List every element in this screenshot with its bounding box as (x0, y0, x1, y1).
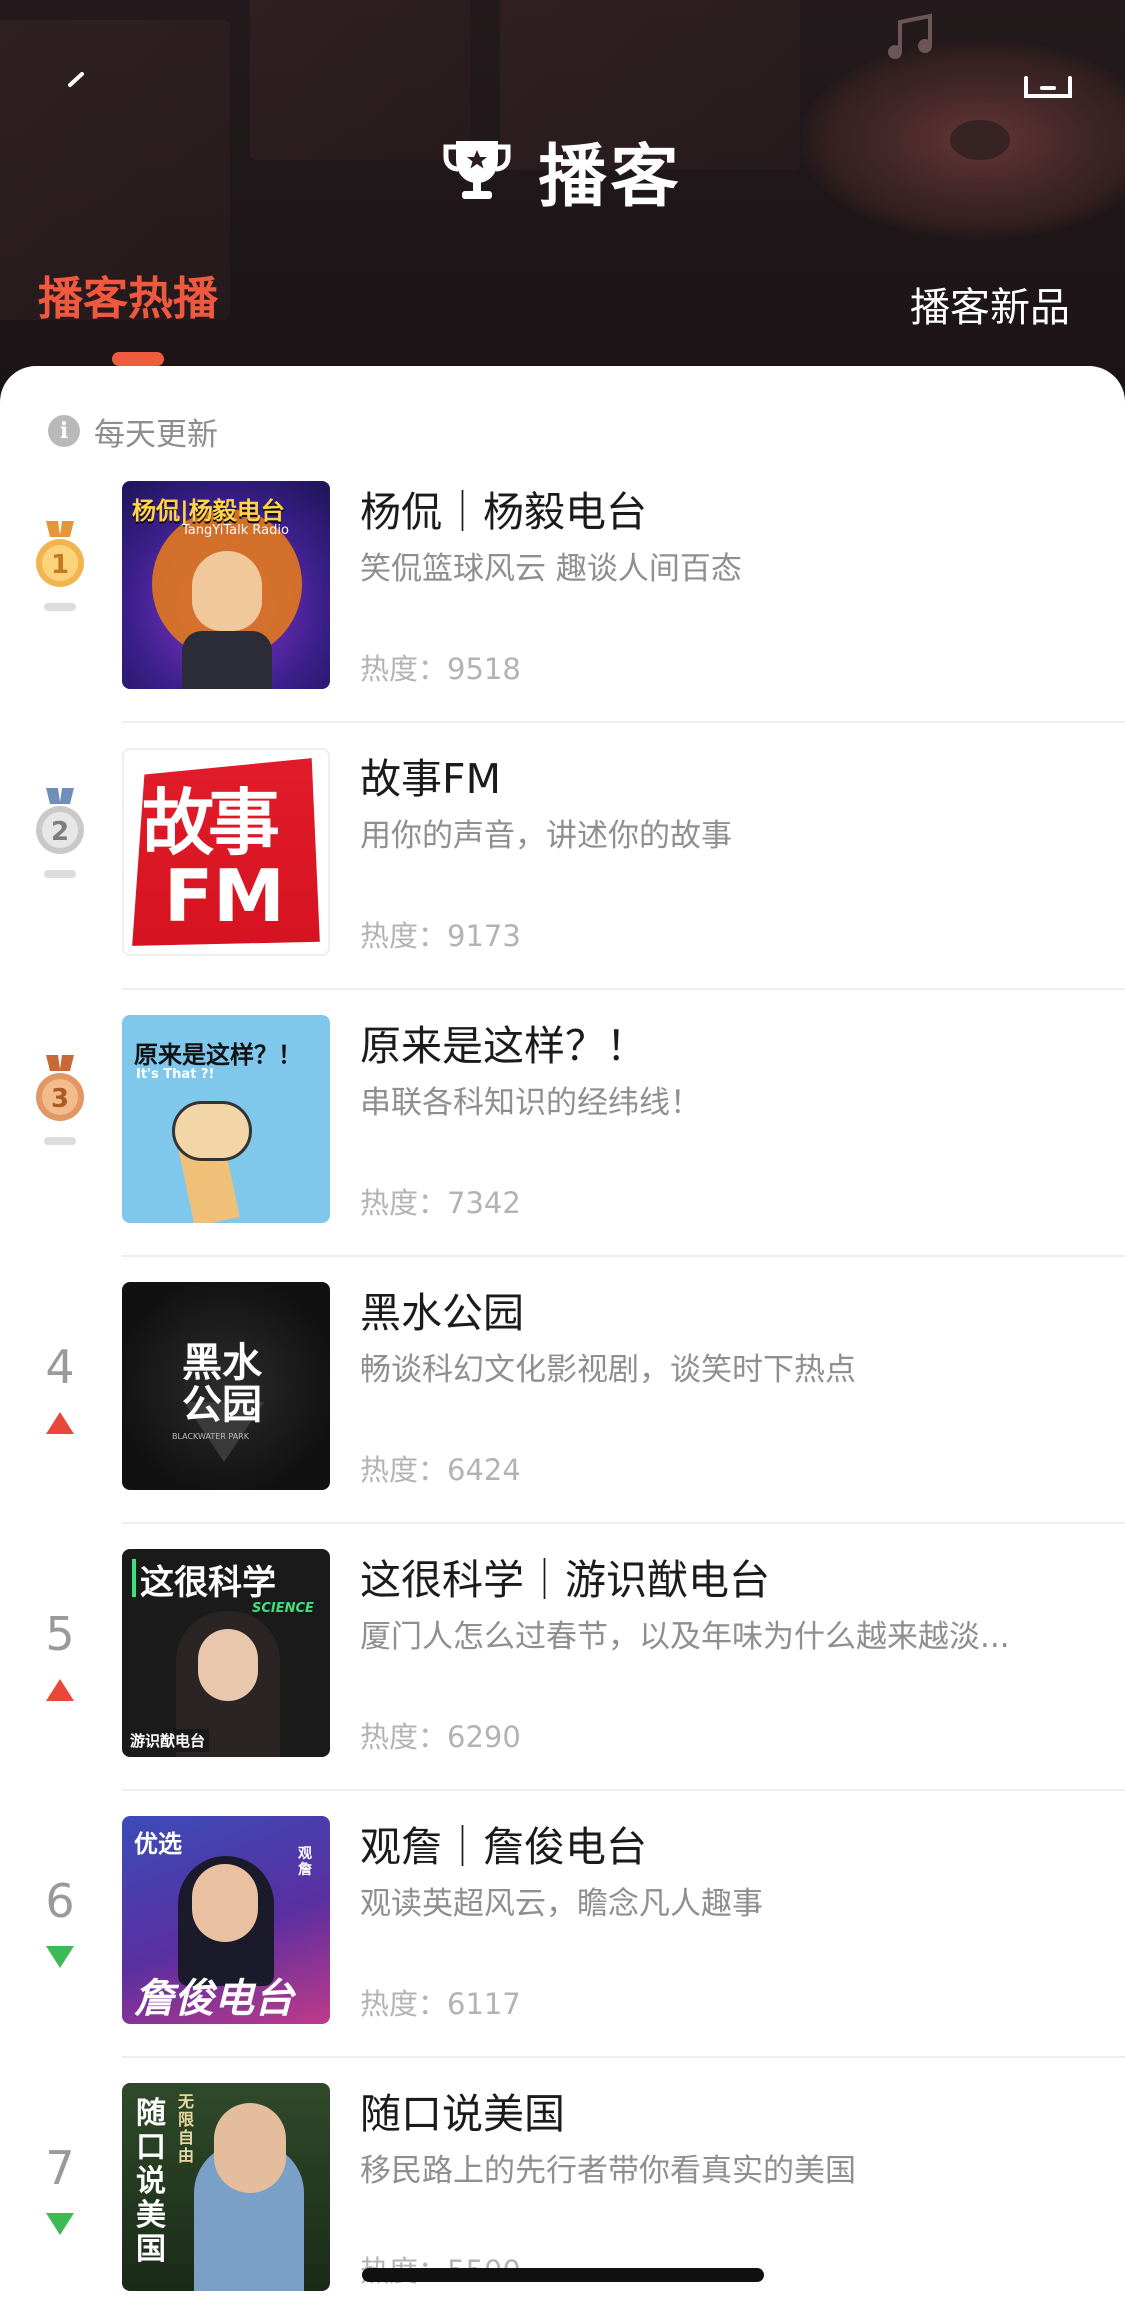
tab-new[interactable]: 播客新品 (910, 275, 1070, 333)
ranking-list-card: i 每天更新 1 杨侃|杨毅电台 TangYiTalk Radio 杨侃｜杨毅电… (0, 366, 1125, 2310)
podcast-description: 观读英超风云，瞻念凡人趣事 (360, 1886, 763, 1922)
podcast-title[interactable]: 黑水公园 (360, 1279, 524, 1339)
notice-text: 每天更新 (94, 416, 218, 453)
share-icon[interactable] (1022, 72, 1074, 102)
accent-bar (132, 1559, 136, 1597)
podcast-cover[interactable]: 优选 观詹 詹俊电台 (122, 1816, 330, 2024)
home-indicator[interactable] (362, 2268, 764, 2282)
heat-value: 热度：9518 (360, 652, 521, 686)
cover-subtitle: TangYiTalk Radio (182, 523, 289, 538)
silver-medal-icon: 2 (36, 788, 84, 854)
svg-text:2: 2 (51, 817, 69, 847)
list-item[interactable]: 1 杨侃|杨毅电台 TangYiTalk Radio 杨侃｜杨毅电台 笑侃篮球风… (0, 481, 1125, 748)
list-item[interactable]: 2 故事 FM 故事FM 用你的声音，讲述你的故事 热度：9173 (0, 748, 1125, 1015)
cover-title: 原来是这样？！ (134, 1041, 302, 1069)
cover-tag: 游识猷电台 (126, 1729, 210, 1752)
list-item[interactable]: 4 黑水公园 BLACKWATER PARK 黑水公园 畅谈科幻文化影视剧，谈笑… (0, 1282, 1125, 1549)
podcast-description: 串联各科知识的经纬线！ (360, 1085, 701, 1121)
heat-value: 热度：6117 (360, 1987, 521, 2021)
host-face (198, 1629, 258, 1701)
podcast-cover[interactable]: 原来是这样？！ It's That ?! (122, 1015, 330, 1223)
cover-subtitle: FM (164, 854, 285, 938)
divider (122, 988, 1125, 990)
podcast-cover[interactable]: 这很科学 SCIENCE 游识猷电台 (122, 1549, 330, 1757)
svg-text:3: 3 (51, 1084, 69, 1114)
active-tab-indicator (112, 352, 164, 366)
cover-subtitle: It's That ?! (136, 1067, 215, 1082)
divider (122, 1789, 1125, 1791)
podcast-title[interactable]: 杨侃｜杨毅电台 (360, 478, 647, 538)
heat-value: 热度：9173 (360, 919, 521, 953)
trend-same-icon (44, 603, 76, 611)
tab-hot[interactable]: 播客热播 (38, 262, 218, 327)
trend-same-icon (44, 870, 76, 878)
gold-medal-icon: 1 (36, 521, 84, 587)
page-title: 播客 (538, 137, 683, 217)
caricature-face (192, 551, 262, 631)
host-face (192, 1864, 258, 1942)
music-note-icon (888, 13, 932, 59)
podcast-cover[interactable]: 黑水公园 BLACKWATER PARK (122, 1282, 330, 1490)
rank-number: 6 (45, 1874, 75, 1928)
podcast-cover[interactable]: 杨侃|杨毅电台 TangYiTalk Radio (122, 481, 330, 689)
podcast-title[interactable]: 观詹｜詹俊电台 (360, 1813, 647, 1873)
cover-title: 黑水公园 (182, 1340, 262, 1428)
cover-title: 随口说美国 (136, 2096, 166, 2267)
trend-up-icon (46, 1679, 74, 1701)
back-icon[interactable] (60, 70, 90, 100)
list-item[interactable]: 5 这很科学 SCIENCE 游识猷电台 这很科学｜游识猷电台 厦门人怎么过春节… (0, 1549, 1125, 1816)
cover-tag: 优选 (134, 1830, 182, 1858)
host-face (214, 2103, 286, 2193)
divider (122, 1255, 1125, 1257)
info-icon: i (48, 415, 80, 447)
heat-value: 热度：7342 (360, 1186, 521, 1220)
podcast-title[interactable]: 原来是这样？！ (360, 1012, 647, 1072)
trend-up-icon (46, 1412, 74, 1434)
divider (122, 2056, 1125, 2058)
podcast-title[interactable]: 故事FM (360, 745, 501, 805)
podcast-title[interactable]: 随口说美国 (360, 2080, 565, 2140)
trend-down-icon (46, 2213, 74, 2235)
cover-side-text: 观詹 (298, 1846, 312, 1878)
cover-title: 这很科学 (140, 1563, 276, 1603)
podcast-cover[interactable]: 随口说美国 无限自由 (122, 2083, 330, 2291)
update-notice: i 每天更新 (48, 411, 218, 453)
cover-title: 杨侃|杨毅电台 (132, 497, 285, 525)
svg-text:1: 1 (51, 550, 69, 580)
cover-title: 詹俊电台 (134, 1976, 294, 2022)
podcast-description: 笑侃篮球风云 趣谈人间百态 (360, 551, 742, 587)
podcast-cover[interactable]: 故事 FM (122, 748, 330, 956)
rank-number: 7 (45, 2141, 75, 2195)
podcast-description: 厦门人怎么过春节，以及年味为什么越来越淡... (360, 1619, 1010, 1655)
rank-number: 5 (45, 1607, 75, 1661)
cover-side-text: 无限自由 (178, 2092, 195, 2165)
divider (122, 1522, 1125, 1524)
podcast-description: 畅谈科幻文化影视剧，谈笑时下热点 (360, 1352, 856, 1388)
caricature-body (182, 631, 272, 689)
cover-subtitle: SCIENCE (252, 1601, 314, 1616)
trend-down-icon (46, 1946, 74, 1968)
giraffe-head (172, 1101, 252, 1161)
podcast-description: 移民路上的先行者带你看真实的美国 (360, 2153, 856, 2189)
trophy-icon (443, 141, 511, 199)
podcast-description: 用你的声音，讲述你的故事 (360, 818, 732, 854)
heat-value: 热度：6424 (360, 1453, 521, 1487)
list-item[interactable]: 3 原来是这样？！ It's That ?! 原来是这样？！ 串联各科知识的经纬… (0, 1015, 1125, 1282)
heat-value: 热度：6290 (360, 1720, 521, 1754)
list-item[interactable]: 6 优选 观詹 詹俊电台 观詹｜詹俊电台 观读英超风云，瞻念凡人趣事 热度：61… (0, 1816, 1125, 2083)
podcast-title[interactable]: 这很科学｜游识猷电台 (360, 1546, 770, 1606)
bronze-medal-icon: 3 (36, 1055, 84, 1121)
header: 播客 播客热播 播客新品 (0, 0, 1125, 420)
cover-subtitle: BLACKWATER PARK (172, 1432, 249, 1441)
trend-same-icon (44, 1137, 76, 1145)
title-bar: 播客 (0, 120, 1125, 220)
rank-number: 4 (45, 1340, 75, 1394)
divider (122, 721, 1125, 723)
